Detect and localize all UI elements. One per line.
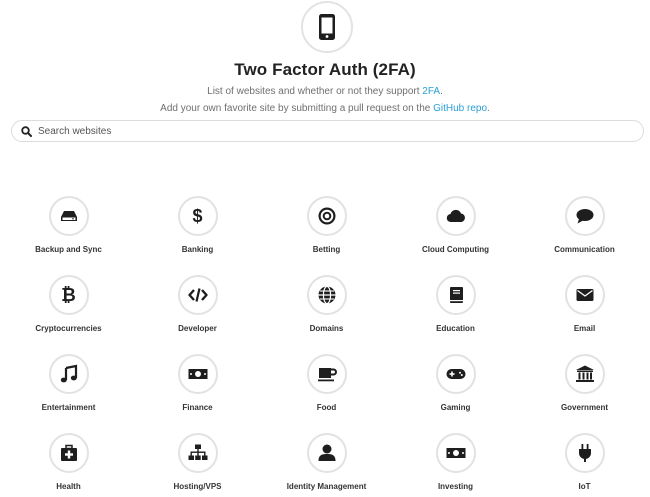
category-icon-circle — [564, 196, 605, 236]
search-icon — [21, 125, 32, 137]
category-gaming[interactable]: Gaming — [391, 354, 520, 433]
category-backup-and-sync[interactable]: Backup and Sync — [4, 196, 133, 275]
category-label: Entertainment — [41, 403, 96, 412]
category-icon-circle — [177, 354, 218, 394]
gamepad-icon — [445, 363, 467, 385]
category-label: IoT — [578, 482, 591, 491]
subtitle-text: Add your own favorite site by submitting… — [160, 103, 434, 114]
chat-bubble-icon — [574, 205, 596, 227]
category-hosting-vps[interactable]: Hosting/VPS — [133, 433, 262, 497]
github-repo-link[interactable]: GitHub repo — [433, 103, 487, 114]
category-icon-circle — [564, 275, 605, 315]
bank-building-icon — [574, 363, 596, 385]
category-icon-circle: ₿ — [48, 275, 89, 315]
category-icon-circle — [306, 275, 347, 315]
subtitle-period: . — [487, 103, 490, 114]
logo — [301, 1, 353, 53]
banknote-icon — [187, 363, 209, 385]
bitcoin-icon: ₿ — [61, 285, 76, 305]
subtitle-period: . — [440, 86, 443, 97]
category-icon-circle — [48, 433, 89, 473]
category-domains[interactable]: Domains — [262, 275, 391, 354]
category-banking[interactable]: $ Banking — [133, 196, 262, 275]
category-developer[interactable]: Developer — [133, 275, 262, 354]
category-label: Government — [560, 403, 609, 412]
coffee-cup-icon — [316, 363, 338, 385]
medkit-icon — [58, 442, 80, 464]
category-icon-circle — [306, 196, 347, 236]
category-label: Email — [573, 324, 596, 333]
category-betting[interactable]: Betting — [262, 196, 391, 275]
dollar-icon: $ — [192, 206, 203, 226]
envelope-icon — [574, 284, 596, 306]
category-grid: Backup and Sync $ Banking Betting Cloud … — [4, 196, 649, 497]
search-input[interactable] — [38, 125, 618, 137]
book-icon — [445, 284, 467, 306]
category-label: Cryptocurrencies — [35, 324, 102, 333]
category-food[interactable]: Food — [262, 354, 391, 433]
category-label: Food — [316, 403, 337, 412]
category-icon-circle — [564, 433, 605, 473]
category-label: Domains — [309, 324, 344, 333]
category-label: Education — [436, 324, 475, 333]
category-icon-circle — [435, 433, 476, 473]
target-icon — [316, 205, 338, 227]
category-cryptocurrencies[interactable]: ₿ Cryptocurrencies — [4, 275, 133, 354]
subtitle-line-1: List of websites and whether or not they… — [0, 86, 650, 97]
category-label: Betting — [312, 245, 341, 254]
mobile-phone-icon — [319, 14, 335, 40]
category-label: Backup and Sync — [35, 245, 102, 254]
money-icon — [445, 442, 467, 464]
page-title: Two Factor Auth (2FA) — [234, 60, 416, 79]
category-label: Gaming — [440, 403, 471, 412]
category-icon-circle — [435, 275, 476, 315]
subtitle-line-2: Add your own favorite site by submitting… — [0, 103, 650, 114]
category-health[interactable]: Health — [4, 433, 133, 497]
category-icon-circle — [177, 275, 218, 315]
category-icon-circle — [48, 196, 89, 236]
category-finance[interactable]: Finance — [133, 354, 262, 433]
cloud-icon — [445, 205, 467, 227]
category-email[interactable]: Email — [520, 275, 649, 354]
category-label: Hosting/VPS — [173, 482, 222, 491]
category-icon-circle — [306, 354, 347, 394]
sitemap-icon — [187, 442, 209, 464]
category-label: Cloud Computing — [421, 245, 490, 254]
music-note-icon — [58, 363, 80, 385]
search-bar[interactable] — [11, 120, 644, 142]
category-cloud-computing[interactable]: Cloud Computing — [391, 196, 520, 275]
category-education[interactable]: Education — [391, 275, 520, 354]
category-label: Banking — [181, 245, 214, 254]
category-icon-circle — [564, 354, 605, 394]
category-icon-circle — [177, 433, 218, 473]
category-government[interactable]: Government — [520, 354, 649, 433]
hard-drive-icon — [58, 205, 80, 227]
category-icon-circle: $ — [177, 196, 218, 236]
category-icon-circle — [306, 433, 347, 473]
category-iot[interactable]: IoT — [520, 433, 649, 497]
category-label: Finance — [182, 403, 213, 412]
category-label: Investing — [437, 482, 474, 491]
category-label: Communication — [554, 245, 615, 254]
user-icon — [316, 442, 338, 464]
category-label: Health — [56, 482, 81, 491]
category-icon-circle — [435, 354, 476, 394]
category-label: Developer — [178, 324, 217, 333]
category-investing[interactable]: Investing — [391, 433, 520, 497]
category-icon-circle — [435, 196, 476, 236]
category-entertainment[interactable]: Entertainment — [4, 354, 133, 433]
category-icon-circle — [48, 354, 89, 394]
code-icon — [187, 284, 209, 306]
category-label: Identity Management — [286, 482, 367, 491]
plug-icon — [574, 442, 596, 464]
category-identity-management[interactable]: Identity Management — [262, 433, 391, 497]
subtitle-text: List of websites and whether or not they… — [207, 86, 423, 97]
category-communication[interactable]: Communication — [520, 196, 649, 275]
2fa-link[interactable]: 2FA — [422, 86, 440, 97]
globe-icon — [316, 284, 338, 306]
